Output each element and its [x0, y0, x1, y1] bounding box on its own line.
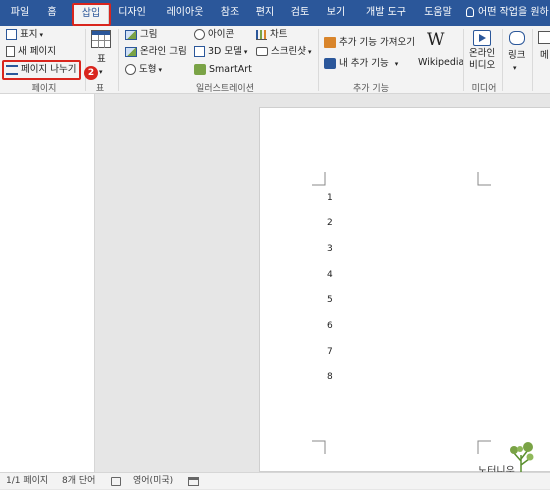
my-addins-icon [324, 58, 336, 69]
picture-icon [125, 29, 137, 40]
my-addins-button[interactable]: 내 추가 기능 ▾ [324, 56, 398, 72]
pictures-button[interactable]: 그림 [125, 27, 157, 43]
online-video-icon[interactable] [473, 30, 491, 46]
shapes-button[interactable]: 도형 ▾ [125, 62, 162, 78]
crop-mark-bottom-left [312, 440, 326, 454]
insert-tab-highlight [72, 3, 111, 26]
tell-me-box[interactable]: 어떤 작업을 원하 [466, 0, 550, 26]
screenshot-button[interactable]: 스크린샷 ▾ [256, 44, 311, 60]
cover-page-button[interactable]: 표지 ▾ [6, 27, 43, 43]
group-divider [85, 29, 86, 91]
group-label-media: 미디어 [471, 84, 497, 94]
comment-button[interactable]: 메 [540, 48, 549, 64]
document-page[interactable] [259, 107, 550, 472]
crop-mark-top-left [312, 172, 326, 186]
screenshot-icon [256, 47, 268, 56]
blank-page-button[interactable]: 새 페이지 [6, 44, 56, 60]
tab-view[interactable]: 보기 [322, 0, 350, 26]
smartart-icon [194, 64, 206, 75]
tab-help[interactable]: 도움말 [420, 0, 456, 26]
wikipedia-button[interactable]: Wikipedia [418, 55, 464, 71]
document-line: 5 [327, 295, 333, 305]
store-icon [324, 37, 336, 48]
status-bar: 1/1 페이지 8개 단어 영어(미국) [0, 472, 550, 489]
tab-developer[interactable]: 개발 도구 [360, 0, 412, 26]
crop-mark-top-right [477, 172, 491, 186]
tab-mailings[interactable]: 편지 [251, 0, 279, 26]
get-addins-button[interactable]: 추가 기능 가져오기 [324, 35, 415, 51]
document-line: 7 [327, 347, 333, 357]
blank-page-icon [6, 46, 15, 57]
proofing-icon[interactable] [111, 477, 121, 486]
page-count[interactable]: 1/1 페이지 [6, 473, 48, 490]
tab-review[interactable]: 검토 [286, 0, 314, 26]
group-divider [502, 29, 503, 91]
group-divider [532, 29, 533, 91]
chevron-down-icon: ▾ [39, 31, 43, 39]
chevron-down-icon[interactable]: ▾ [513, 60, 517, 76]
group-label-pages: 페이지 [31, 84, 57, 94]
chart-icon [256, 29, 267, 40]
lightbulb-icon [466, 7, 474, 17]
table-icon[interactable] [91, 30, 111, 48]
chevron-down-icon: ▾ [158, 66, 162, 74]
document-line: 8 [327, 372, 333, 382]
chevron-down-icon: ▾ [307, 48, 312, 56]
3d-models-button[interactable]: 3D 모델 ▾ [194, 44, 247, 60]
chevron-down-icon[interactable]: ▾ [99, 64, 103, 80]
group-label-tables: 표 [95, 84, 105, 94]
language-status[interactable]: 영어(미국) [133, 473, 173, 490]
tab-design[interactable]: 디자인 [114, 0, 150, 26]
group-divider [318, 29, 319, 91]
icons-button[interactable]: 아이콘 [194, 27, 234, 43]
group-divider [118, 29, 119, 91]
document-line: 3 [327, 244, 333, 254]
word-count[interactable]: 8개 단어 [62, 473, 95, 490]
shapes-icon [125, 64, 136, 75]
ribbon: 표지 ▾ 새 페이지 페이지 나누기 페이지 표 ▾ 표 그림 온라인 그림 도형… [0, 26, 550, 94]
tab-file[interactable]: 파일 [6, 0, 34, 26]
document-line: 6 [327, 321, 333, 331]
tab-home[interactable]: 홈 [42, 0, 62, 26]
chart-button[interactable]: 차트 [256, 27, 287, 43]
group-label-addins: 추가 기능 [353, 84, 389, 94]
link-icon[interactable] [509, 31, 525, 45]
icons-icon [194, 29, 205, 40]
cover-page-icon [6, 29, 17, 40]
online-video-button[interactable]: 온라인 비디오 [469, 48, 495, 71]
document-line: 1 [327, 193, 333, 203]
links-button[interactable]: 링크 [508, 48, 525, 64]
smartart-button[interactable]: SmartArt [194, 62, 252, 78]
cube-icon [194, 46, 205, 57]
document-line: 2 [327, 218, 333, 228]
macro-record-icon[interactable] [188, 477, 199, 486]
document-line: 4 [327, 270, 333, 280]
navigation-pane [0, 94, 95, 472]
chevron-down-icon: ▾ [243, 48, 248, 56]
tab-layout[interactable]: 레이아웃 [159, 0, 211, 26]
page-break-highlight [2, 60, 81, 80]
online-pictures-button[interactable]: 온라인 그림 [125, 44, 187, 60]
wikipedia-icon[interactable]: W [427, 30, 444, 50]
group-divider [463, 29, 464, 91]
tab-references[interactable]: 참조 [216, 0, 244, 26]
tell-me-text: 어떤 작업을 원하 [478, 7, 549, 18]
group-label-illustrations: 일러스트레이션 [196, 84, 254, 94]
callout-badge-2: 2 [84, 66, 98, 80]
chevron-down-icon: ▾ [394, 60, 399, 68]
crop-mark-bottom-right [477, 440, 491, 454]
comment-icon[interactable] [538, 31, 550, 44]
online-picture-icon [125, 46, 137, 57]
